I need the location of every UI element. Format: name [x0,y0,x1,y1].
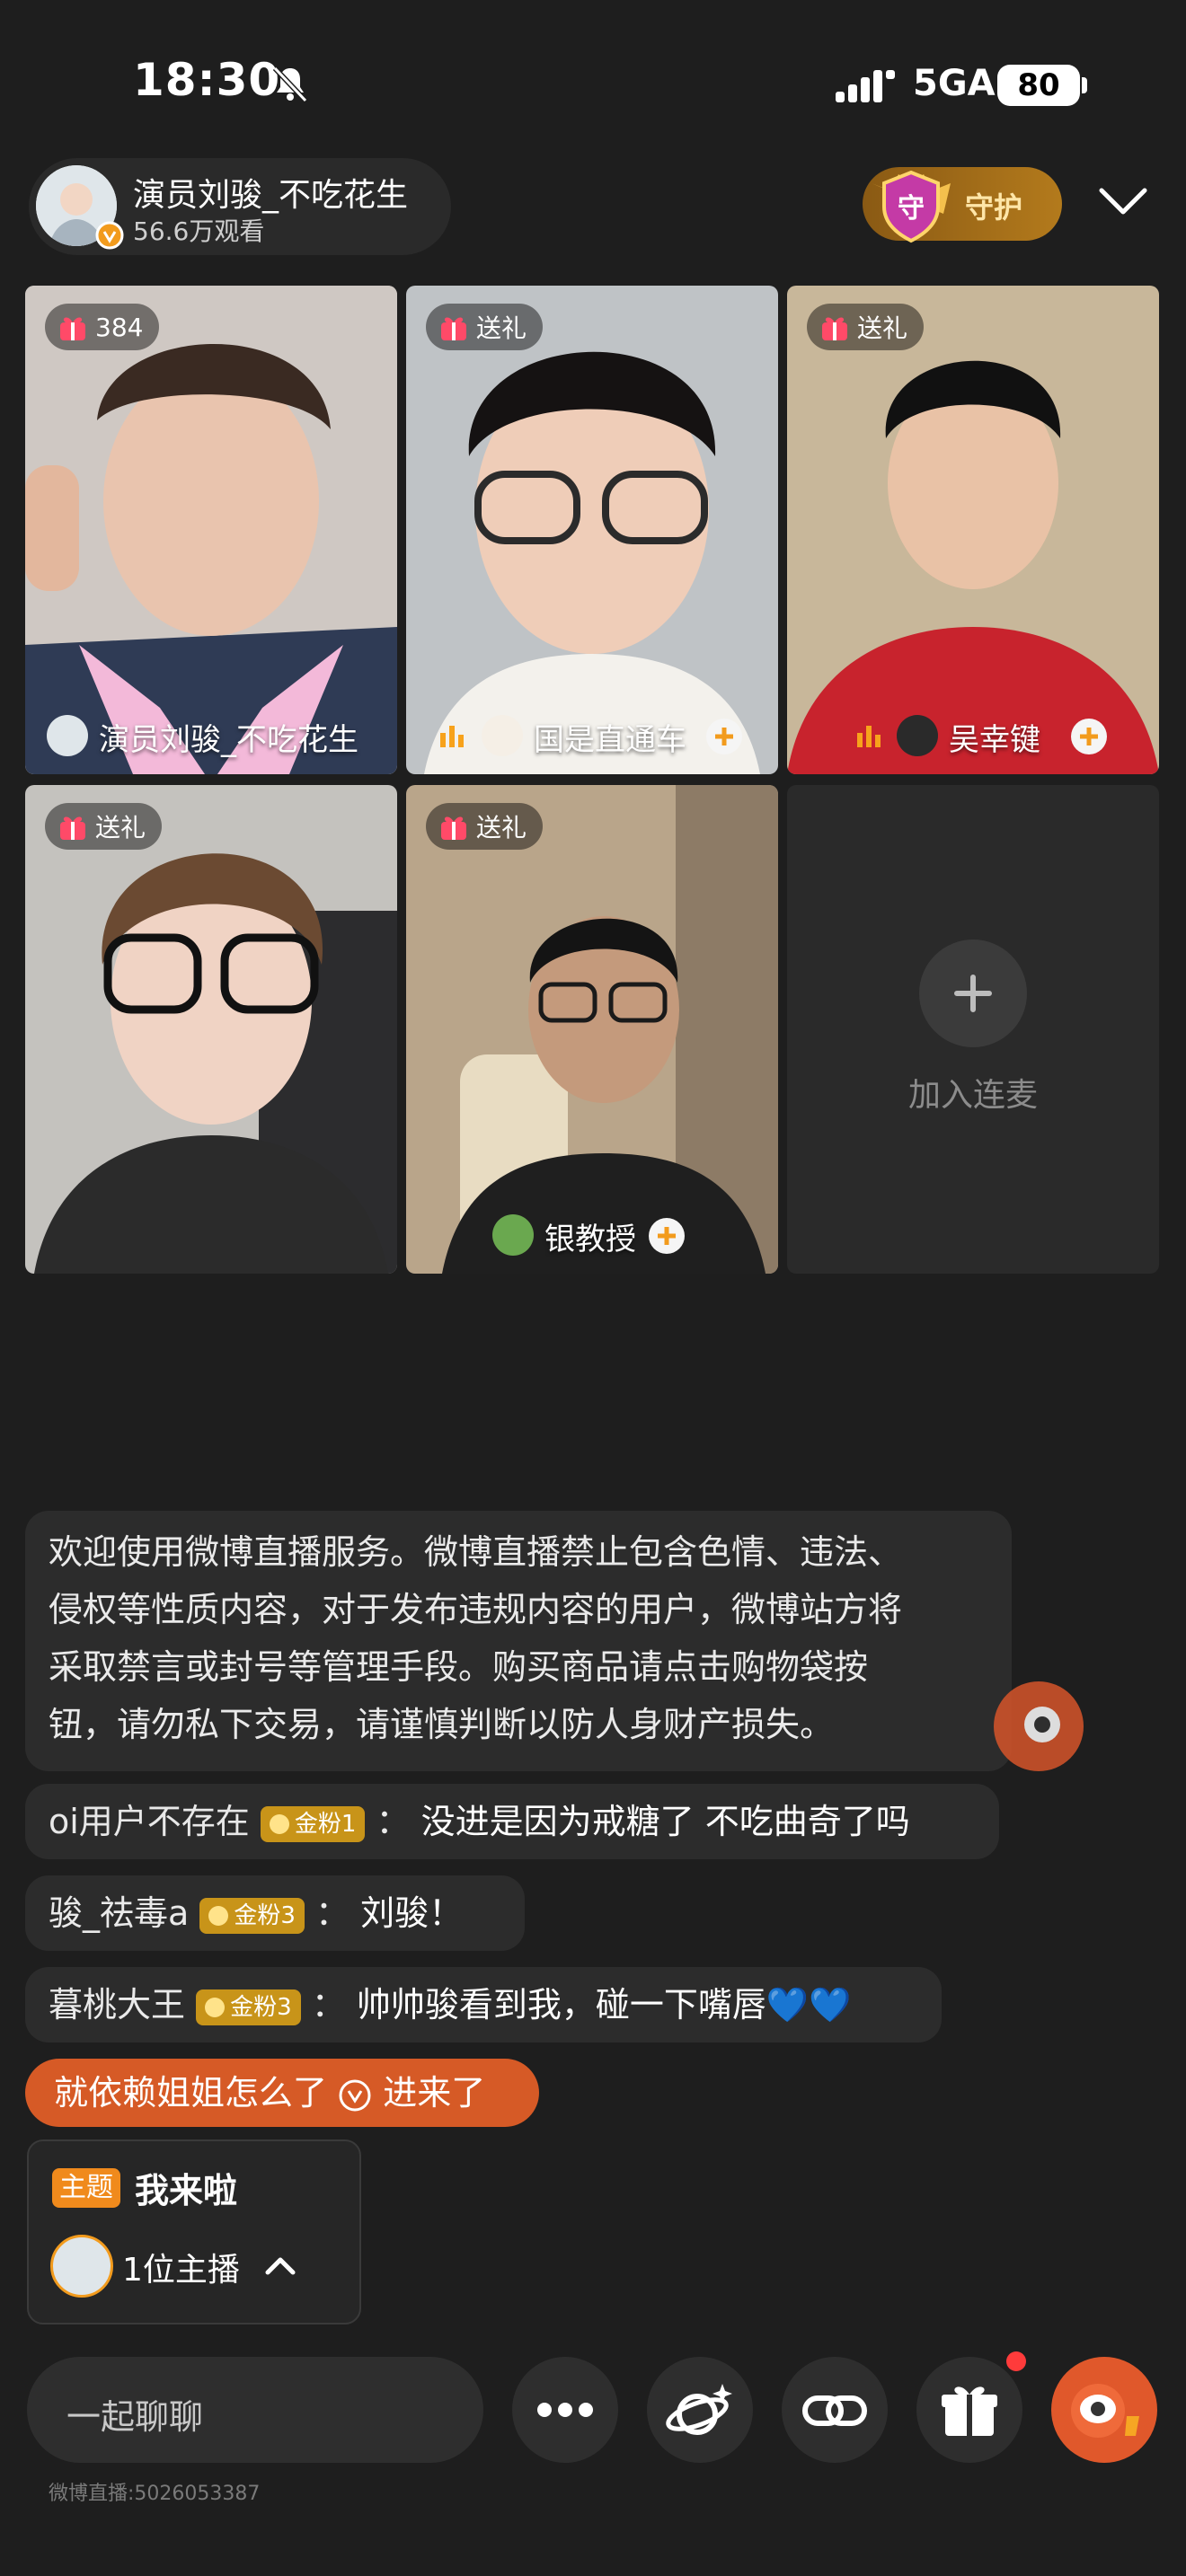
join-plus-icon[interactable] [919,940,1027,1047]
tile-avatar [482,715,523,756]
entry-text: 进来了 [383,2073,486,2113]
topic-card[interactable]: 主题 我来啦 1位主播 [27,2139,361,2325]
send-gift-label: 送礼 [476,313,527,343]
verified-badge-icon [95,221,124,250]
topic-hosts: 1位主播 [122,2252,240,2289]
audio-level-icon [440,726,464,747]
audio-level-icon [857,726,881,747]
follow-plus-icon[interactable] [1071,719,1107,754]
video-tile-3[interactable]: 送礼 吴幸键 [787,286,1159,774]
follow-plus-icon[interactable] [706,719,742,754]
gift-icon [441,816,466,840]
send-gift-label: 送礼 [95,813,146,842]
verified-badge-icon [339,2079,371,2111]
tile-avatar [897,715,938,756]
more-dots-icon [537,2403,593,2417]
gift-count-badge[interactable]: 384 [45,304,160,350]
comment-text: 没进是因为戒糖了 不吃曲奇了吗 [420,1802,910,1841]
gift-button[interactable] [916,2357,1022,2463]
platform-notice: 欢迎使用微博直播服务。微博直播禁止包含色情、违法、 侵权等性质内容，对于发布违规… [25,1511,1012,1771]
mascot-thumbs-up-icon [1071,2384,1139,2438]
fan-level-badge: 金粉3 [196,1989,301,2025]
tile-name: 演员刘骏_不吃花生 [99,722,358,758]
streamer-video-1 [25,286,397,774]
fan-level-badge: 金粉3 [199,1897,305,1934]
status-time: 18:30 [133,54,281,106]
topic-tag: 主题 [52,2168,120,2208]
send-gift-badge[interactable]: 送礼 [45,803,163,850]
join-mic-tile[interactable]: 加入连麦 [787,785,1159,1274]
gift-icon [822,317,847,340]
tile-avatar [492,1214,534,1256]
streamer-video-2 [406,286,778,774]
topic-host-avatar [50,2235,113,2298]
battery-indicator: 80 [997,65,1080,106]
join-mic-label: 加入连麦 [907,1077,1038,1114]
gift-count: 384 [95,312,144,342]
cell-signal-icon [836,70,895,102]
send-gift-label: 送礼 [476,813,527,842]
streamer-video-5 [406,785,778,1274]
video-tile-4[interactable]: 送礼 [25,785,397,1274]
silent-bell-icon [272,66,308,103]
streamer-video-4 [25,785,397,1274]
chevron-down-icon[interactable] [1098,183,1148,219]
guard-label: 守护 [965,190,1023,225]
comment-row[interactable]: 暮桃大王 金粉3 ： 帅帅骏看到我，碰一下嘴唇💙💙 [25,1967,942,2042]
battery-tip [1082,77,1087,93]
guard-shield-icon: 守 [872,170,951,243]
svg-text:守: 守 [898,193,925,225]
video-tile-2[interactable]: 送礼 国是直通车 [406,286,778,774]
effects-button[interactable] [647,2357,753,2463]
entry-user: 就依赖姐姐怎么了 [54,2073,328,2113]
notification-dot [1006,2351,1026,2371]
gift-icon [60,317,85,340]
comment-row[interactable]: oi用户不存在 金粉1 ： 没进是因为戒糖了 不吃曲奇了吗 [25,1784,999,1859]
viewer-count: 56.6万观看 [133,216,265,246]
gift-icon [441,317,466,340]
chat-input-placeholder: 一起聊聊 [66,2397,204,2437]
gift-icon [942,2386,997,2436]
mascot-float-icon[interactable] [994,1681,1084,1771]
chat-input[interactable]: 一起聊聊 [27,2357,483,2463]
video-tile-1[interactable]: 384 演员刘骏_不吃花生 [25,286,397,774]
entry-notice: 就依赖姐姐怎么了 进来了 [25,2059,539,2127]
notice-line-4: 钮，请勿私下交易，请谨慎判断以防人身财产损失。 [49,1705,835,1744]
notice-line-1: 欢迎使用微博直播服务。微博直播禁止包含色情、违法、 [49,1532,903,1572]
send-gift-label: 送礼 [857,313,908,343]
follow-plus-icon[interactable] [649,1218,685,1254]
tile-name: 银教授 [544,1222,636,1257]
send-gift-badge[interactable]: 送礼 [807,304,925,350]
comment-text: 帅帅骏看到我，碰一下嘴唇💙💙 [356,1985,852,2025]
network-type: 5GA [913,63,996,104]
notice-line-3: 采取禁言或封号等管理手段。购买商品请点击购物袋按 [49,1647,869,1687]
host-name: 演员刘骏_不吃花生 [133,177,409,214]
comment-user[interactable]: 骏_祛毒a [49,1893,189,1933]
tile-name: 吴幸键 [949,722,1040,758]
video-tile-5[interactable]: 送礼 银教授 [406,785,778,1274]
gift-icon [60,816,85,840]
fan-level-badge: 金粉1 [260,1805,366,1842]
topic-title: 我来啦 [135,2171,238,2210]
send-gift-badge[interactable]: 送礼 [426,304,544,350]
more-button[interactable] [512,2357,618,2463]
comment-user[interactable]: 暮桃大王 [49,1985,185,2025]
comment-row[interactable]: 骏_祛毒a 金粉3 ： 刘骏！ [25,1875,525,1951]
planet-sparkle-icon [666,2384,732,2435]
link-icon [802,2395,867,2426]
mascot-like-button[interactable] [1051,2357,1157,2463]
comment-text: 刘骏！ [360,1893,464,1933]
tile-avatar [47,715,88,756]
send-gift-badge[interactable]: 送礼 [426,803,544,850]
streamer-video-3 [787,286,1159,774]
notice-line-2: 侵权等性质内容，对于发布违规内容的用户，微博站方将 [49,1590,903,1629]
room-id: 微博直播:5026053387 [49,2483,261,2505]
tile-name: 国是直通车 [534,722,686,758]
chevron-up-icon[interactable] [264,2253,296,2280]
comment-user[interactable]: oi用户不存在 [49,1802,250,1841]
link-mic-button[interactable] [782,2357,888,2463]
